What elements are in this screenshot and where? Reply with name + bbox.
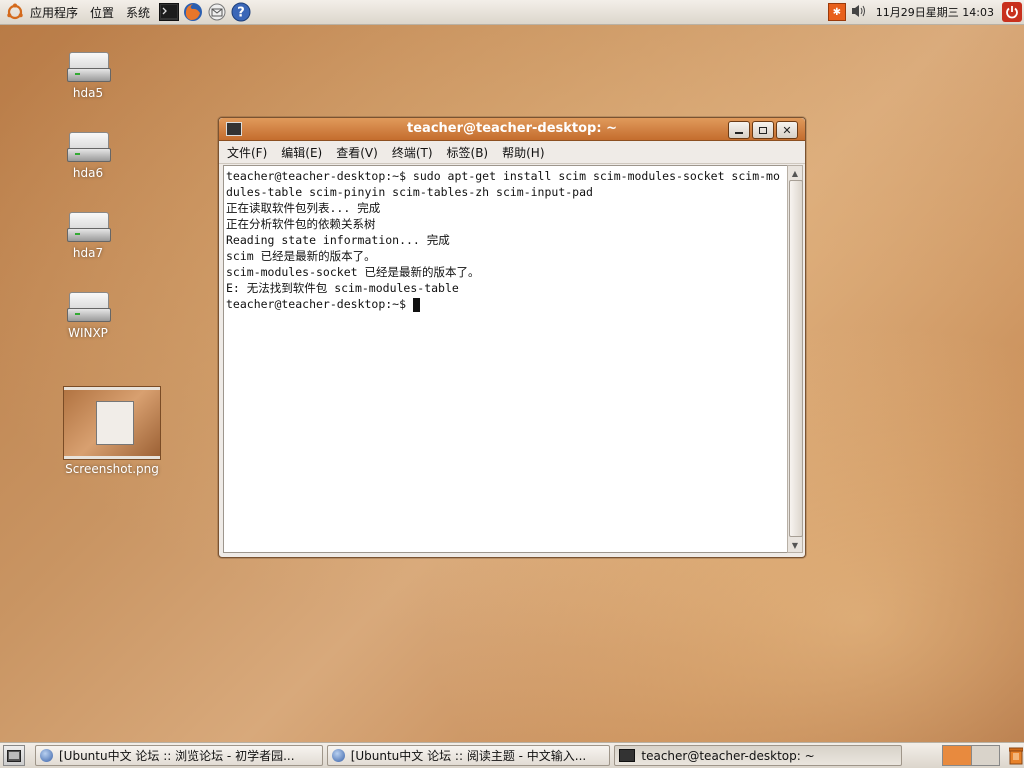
terminal-output[interactable]: teacher@teacher-desktop:~$ sudo apt-get … (223, 165, 789, 553)
power-icon[interactable] (1002, 2, 1022, 22)
taskbar-item-label: teacher@teacher-desktop: ~ (641, 748, 815, 763)
scroll-down-arrow-icon[interactable]: ▼ (788, 538, 802, 552)
terminal-line: teacher@teacher-desktop:~$ sudo apt-get … (226, 169, 780, 183)
menu-terminal[interactable]: 终端(T) (392, 144, 433, 161)
close-button[interactable]: ✕ (776, 121, 798, 139)
browser-globe-icon (331, 749, 345, 762)
show-desktop-icon[interactable] (3, 745, 25, 766)
desktop-icon-hda5[interactable]: hda5 (48, 52, 128, 100)
workspace-2[interactable] (971, 746, 1000, 765)
terminal-line: E: 无法找到软件包 scim-modules-table (226, 281, 459, 295)
window-title: teacher@teacher-desktop: ~ (407, 121, 617, 136)
top-panel: 应用程序 位置 系统 ? ✱ 11月29日星期三 14:03 (0, 0, 1024, 25)
menu-tabs[interactable]: 标签(B) (447, 144, 489, 161)
minimize-icon (735, 132, 743, 134)
minimize-button[interactable] (728, 121, 750, 139)
help-icon[interactable]: ? (230, 2, 252, 22)
desktop-icon-hda6[interactable]: hda6 (48, 132, 128, 180)
taskbar-item-terminal[interactable]: teacher@teacher-desktop: ~ (614, 745, 903, 766)
menu-file[interactable]: 文件(F) (227, 144, 267, 161)
menu-help[interactable]: 帮助(H) (502, 144, 544, 161)
terminal-launcher-icon[interactable] (158, 2, 180, 22)
maximize-icon (759, 126, 767, 134)
terminal-line: scim-modules-socket 已经是最新的版本了。 (226, 265, 480, 279)
terminal-small-icon (619, 749, 636, 762)
update-notifier-icon[interactable]: ✱ (827, 3, 846, 21)
maximize-button[interactable] (752, 121, 774, 139)
hard-drive-icon (67, 292, 111, 322)
text-cursor (412, 297, 420, 312)
system-tray: ✱ 11月29日星期三 14:03 (827, 0, 1024, 24)
taskbar-item-label: [Ubuntu中文 论坛 :: 阅读主题 - 中文输入... (350, 749, 587, 763)
terminal-prompt: teacher@teacher-desktop:~$ (226, 297, 413, 311)
menu-edit[interactable]: 编辑(E) (281, 144, 322, 161)
firefox-icon[interactable] (182, 2, 204, 22)
svg-text:?: ? (237, 6, 245, 21)
desktop-icon-label: hda5 (72, 86, 104, 100)
terminal-window: teacher@teacher-desktop: ~ ✕ 文件(F) 编辑(E)… (218, 117, 806, 558)
desktop-icon-label: hda6 (72, 166, 104, 180)
menu-view[interactable]: 查看(V) (336, 144, 378, 161)
hard-drive-icon (67, 52, 111, 82)
taskbar-item-browser-2[interactable]: [Ubuntu中文 论坛 :: 阅读主题 - 中文输入... (326, 745, 611, 766)
bottom-panel: [Ubuntu中文 论坛 :: 浏览论坛 - 初学者园... [Ubuntu中文… (0, 742, 1024, 768)
desktop-icon-label: hda7 (72, 246, 104, 260)
clock[interactable]: 11月29日星期三 14:03 (876, 4, 994, 20)
terminal-menubar: 文件(F) 编辑(E) 查看(V) 终端(T) 标签(B) 帮助(H) (219, 141, 805, 164)
close-icon: ✕ (782, 123, 792, 137)
menu-places[interactable]: 位置 (90, 4, 114, 21)
trash-icon[interactable] (1008, 746, 1024, 765)
terminal-line: scim 已经是最新的版本了。 (226, 249, 376, 263)
taskbar-item-browser-1[interactable]: [Ubuntu中文 论坛 :: 浏览论坛 - 初学者园... (34, 745, 323, 766)
desktop-icon-label: WINXP (68, 326, 108, 340)
ubuntu-logo-icon[interactable] (6, 3, 24, 21)
taskbar-item-label: [Ubuntu中文 论坛 :: 浏览论坛 - 初学者园... (58, 749, 295, 763)
scrollbar-thumb[interactable] (789, 180, 803, 537)
workspace-switcher[interactable] (942, 745, 1001, 766)
volume-icon[interactable] (850, 3, 868, 22)
window-titlebar[interactable]: teacher@teacher-desktop: ~ ✕ (219, 118, 805, 141)
hard-drive-icon (67, 132, 111, 162)
email-icon[interactable] (206, 2, 228, 22)
desktop-icon-hda7[interactable]: hda7 (48, 212, 128, 260)
terminal-line: 正在读取软件包列表... 完成 (226, 201, 381, 215)
screenshot-thumbnail-icon (63, 386, 161, 460)
terminal-line: 正在分析软件包的依赖关系树 (226, 217, 376, 231)
desktop-icon-screenshot[interactable]: Screenshot.png (56, 386, 168, 476)
browser-globe-icon (39, 749, 53, 762)
scroll-up-arrow-icon[interactable]: ▲ (788, 166, 802, 180)
terminal-line: dules-table scim-pinyin scim-tables-zh s… (226, 185, 593, 199)
vertical-scrollbar[interactable]: ▲ ▼ (787, 165, 803, 553)
hard-drive-icon (67, 212, 111, 242)
workspace-1[interactable] (943, 746, 972, 765)
desktop-icon-label: Screenshot.png (65, 462, 159, 476)
desktop-icon-winxp[interactable]: WINXP (48, 292, 128, 340)
terminal-line: Reading state information... 完成 (226, 233, 450, 247)
menu-system[interactable]: 系统 (126, 4, 150, 21)
menu-applications[interactable]: 应用程序 (30, 4, 78, 21)
